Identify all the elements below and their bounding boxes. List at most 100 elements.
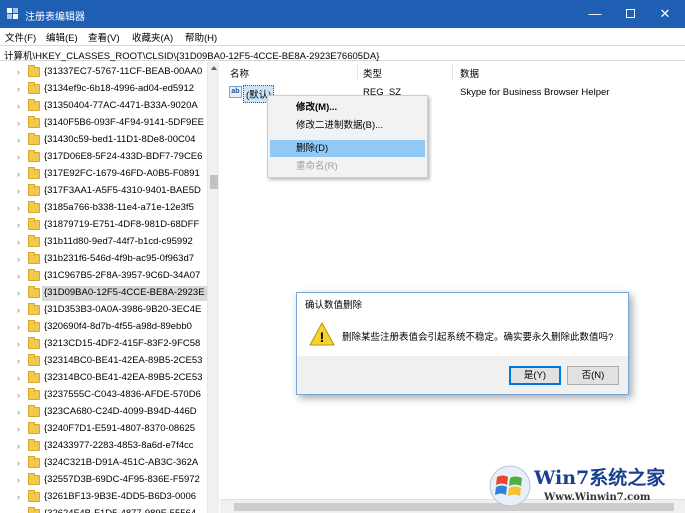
tree-item[interactable]: › {32314BC0-BE41-42EA-89B5-2CE53 <box>0 370 207 387</box>
folder-icon <box>28 303 40 315</box>
tree-item-label: {32314BC0-BE41-42EA-89B5-2CE53 <box>44 372 203 383</box>
tree-item-label: {323CA680-C24D-4099-B94D-446D <box>44 406 197 417</box>
tree-item[interactable]: › {31C967B5-2F8A-3957-9C6D-34A07 <box>0 268 207 285</box>
tree-item[interactable]: › {31350404-77AC-4471-B33A-9020A <box>0 98 207 115</box>
expand-chevron-icon[interactable]: › <box>17 237 20 247</box>
menu-edit[interactable]: 编辑(E) <box>46 30 78 44</box>
tree-item-label: {31C967B5-2F8A-3957-9C6D-34A07 <box>44 270 201 281</box>
expand-chevron-icon[interactable]: › <box>17 186 20 196</box>
folder-icon <box>28 150 40 162</box>
column-header-data[interactable]: 数据 <box>460 66 479 80</box>
tree-item[interactable]: › {3240F7D1-E591-4807-8370-08625 <box>0 421 207 438</box>
tree-item[interactable]: › {31D353B3-0A0A-3986-9B20-3EC4E <box>0 302 207 319</box>
column-divider[interactable] <box>452 64 453 80</box>
tree-item[interactable]: › {3261BF13-9B3E-4DD5-B6D3-0006 <box>0 489 207 506</box>
menu-favorites[interactable]: 收藏夹(A) <box>132 30 173 44</box>
menu-item-delete[interactable]: 删除(D) <box>270 140 425 157</box>
close-button[interactable]: ✕ <box>645 0 685 28</box>
no-button[interactable]: 否(N) <box>567 366 619 385</box>
expand-chevron-icon[interactable]: › <box>17 492 20 502</box>
tree-item[interactable]: › {3237555C-C043-4836-AFDE-570D6 <box>0 387 207 404</box>
confirm-delete-dialog: 确认数值删除 ! 删除某些注册表值会引起系统不稳定。确实要永久删除此数值吗? 是… <box>296 292 629 395</box>
menu-item-rename[interactable]: 重命名(R) <box>270 158 425 175</box>
tree-item[interactable]: › {31b231f6-546d-4f9b-ac95-0f963d7 <box>0 251 207 268</box>
expand-chevron-icon[interactable]: › <box>17 339 20 349</box>
tree-item[interactable]: › {32557D3B-69DC-4F95-836E-F5972 <box>0 472 207 489</box>
tree-item[interactable]: › {31D09BA0-12F5-4CCE-BE8A-2923E <box>0 285 207 302</box>
expand-chevron-icon[interactable]: › <box>17 373 20 383</box>
expand-chevron-icon[interactable]: › <box>17 390 20 400</box>
tree-item-label: {32433977-2283-4853-8a6d-e7f4cc <box>44 440 194 451</box>
dialog-message: 删除某些注册表值会引起系统不稳定。确实要永久删除此数值吗? <box>342 332 614 343</box>
expand-chevron-icon[interactable]: › <box>17 67 20 77</box>
menu-file[interactable]: 文件(F) <box>5 30 36 44</box>
tree-item[interactable]: › {32433977-2283-4853-8a6d-e7f4cc <box>0 438 207 455</box>
folder-icon <box>28 116 40 128</box>
expand-chevron-icon[interactable]: › <box>17 135 20 145</box>
tree-item-label: {3237555C-C043-4836-AFDE-570D6 <box>44 389 201 400</box>
minimize-button[interactable]: — <box>575 0 615 28</box>
tree-item[interactable]: › {31430c59-bed1-11D1-8De8-00C04 <box>0 132 207 149</box>
expand-chevron-icon[interactable]: › <box>17 101 20 111</box>
tree-item[interactable]: › {32314BC0-BE41-42EA-89B5-2CE53 <box>0 353 207 370</box>
close-icon: ✕ <box>659 6 671 21</box>
expand-chevron-icon[interactable]: › <box>17 84 20 94</box>
expand-chevron-icon[interactable]: › <box>17 169 20 179</box>
expand-chevron-icon[interactable]: › <box>17 441 20 451</box>
tree-item[interactable]: › {317D06E8-5F24-433D-BDF7-79CE6 <box>0 149 207 166</box>
tree-item[interactable]: › {3213CD15-4DF2-415F-83F2-9FC58 <box>0 336 207 353</box>
tree-item[interactable]: › {3134ef9c-6b18-4996-ad04-ed5912 <box>0 81 207 98</box>
folder-icon <box>28 354 40 366</box>
tree-item[interactable]: › {324C321B-D91A-451C-AB3C-362A <box>0 455 207 472</box>
menu-view[interactable]: 查看(V) <box>88 30 120 44</box>
expand-chevron-icon[interactable]: › <box>17 220 20 230</box>
folder-icon <box>28 473 40 485</box>
tree-item[interactable]: › {31879719-E751-4DF8-981D-68DFF <box>0 217 207 234</box>
column-header-name[interactable]: 名称 <box>230 66 249 80</box>
menu-help[interactable]: 帮助(H) <box>185 30 217 44</box>
expand-chevron-icon[interactable]: › <box>17 458 20 468</box>
expand-chevron-icon[interactable]: › <box>17 475 20 485</box>
tree-item-label: {3240F7D1-E591-4807-8370-08625 <box>44 423 196 434</box>
expand-chevron-icon[interactable]: › <box>17 288 20 298</box>
tree-item[interactable]: › {3140F5B6-093F-4F94-9141-5DF9EE <box>0 115 207 132</box>
expand-chevron-icon[interactable]: › <box>17 305 20 315</box>
tree-scroll-thumb[interactable] <box>210 175 218 189</box>
expand-chevron-icon[interactable]: › <box>17 152 20 162</box>
tree-item[interactable]: › {31337EC7-5767-11CF-BEAB-00AA0 <box>0 64 207 81</box>
column-divider[interactable] <box>357 64 358 80</box>
address-bar[interactable]: 计算机\HKEY_CLASSES_ROOT\CLSID\{31D09BA0-12… <box>0 45 685 62</box>
folder-icon <box>28 82 40 94</box>
expand-chevron-icon[interactable]: › <box>17 254 20 264</box>
tree-item[interactable]: › {3185a766-b338-11e4-a71e-12e3f5 <box>0 200 207 217</box>
folder-icon <box>28 269 40 281</box>
tree-item[interactable]: › {31b11d80-9ed7-44f7-b1cd-c95992 <box>0 234 207 251</box>
tree-item[interactable]: › {32624F4B-F1D5-4877-989F-55564 <box>0 506 207 513</box>
tree-item[interactable]: › {317F3AA1-A5F5-4310-9401-BAE5D <box>0 183 207 200</box>
tree-item-label: {317E92FC-1679-46FD-A0B5-F0891 <box>44 168 200 179</box>
expand-chevron-icon[interactable]: › <box>17 356 20 366</box>
menu-item-modify[interactable]: 修改(M)... <box>270 99 425 116</box>
expand-chevron-icon[interactable]: › <box>17 118 20 128</box>
expand-chevron-icon[interactable]: › <box>17 424 20 434</box>
folder-icon <box>28 235 40 247</box>
yes-button[interactable]: 是(Y) <box>509 366 561 385</box>
expand-chevron-icon[interactable]: › <box>17 407 20 417</box>
scroll-up-icon[interactable] <box>211 66 217 70</box>
expand-chevron-icon[interactable]: › <box>17 509 20 513</box>
tree-scrollbar[interactable] <box>207 62 219 513</box>
maximize-button[interactable] <box>610 0 650 28</box>
tree-item-label: {31b11d80-9ed7-44f7-b1cd-c95992 <box>44 236 193 247</box>
folder-icon <box>28 218 40 230</box>
tree-item[interactable]: › {317E92FC-1679-46FD-A0B5-F0891 <box>0 166 207 183</box>
expand-chevron-icon[interactable]: › <box>17 322 20 332</box>
tree-item-label: {32624F4B-F1D5-4877-989F-55564 <box>42 507 207 513</box>
tree-item[interactable]: › {323CA680-C24D-4099-B94D-446D <box>0 404 207 421</box>
expand-chevron-icon[interactable]: › <box>17 203 20 213</box>
expand-chevron-icon[interactable]: › <box>17 271 20 281</box>
menu-item-modify-binary[interactable]: 修改二进制数据(B)... <box>270 117 425 134</box>
tree-item[interactable]: › {320690f4-8d7b-4f55-a98d-89ebb0 <box>0 319 207 336</box>
tree-item-label: {3134ef9c-6b18-4996-ad04-ed5912 <box>44 83 195 94</box>
tree-item-label: {32557D3B-69DC-4F95-836E-F5972 <box>44 474 200 485</box>
column-header-type[interactable]: 类型 <box>363 66 382 80</box>
